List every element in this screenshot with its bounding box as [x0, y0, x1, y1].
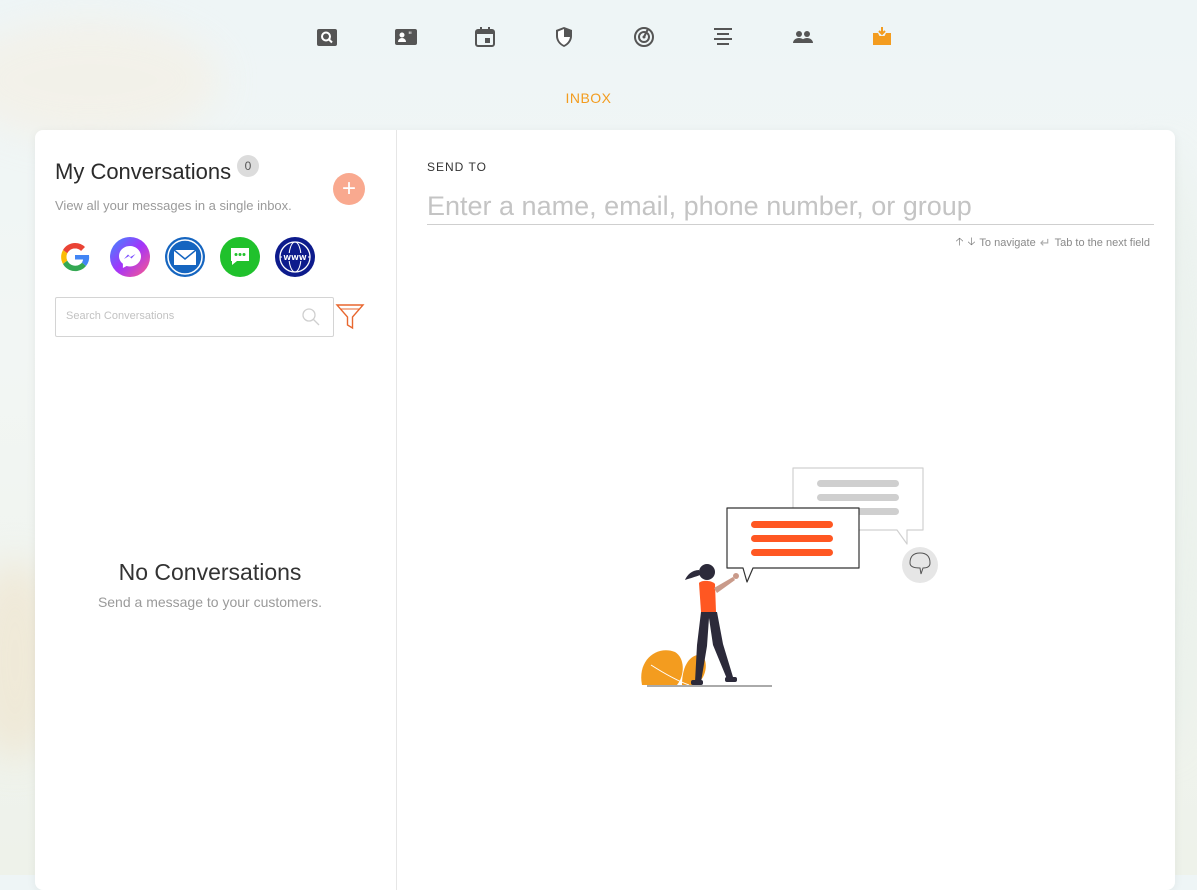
search-icon: [317, 29, 337, 46]
arrow-down-icon: 🡣: [967, 236, 976, 248]
keyboard-hint: 🡡 🡣 To navigate ↵ Tab to the next field: [956, 233, 1150, 252]
hint-navigate-text: To navigate: [979, 236, 1036, 249]
contact-card-icon: ": [395, 29, 417, 45]
enter-key-icon: ↵: [1039, 234, 1051, 250]
channel-filter-list: WWW: [55, 237, 315, 277]
channel-web-button[interactable]: WWW: [275, 237, 315, 277]
google-icon: [55, 237, 95, 277]
inbox-icon: [873, 27, 891, 45]
active-section-label: INBOX: [565, 90, 612, 106]
recipient-input[interactable]: [427, 188, 1154, 225]
nav-people-button[interactable]: [790, 24, 816, 50]
nav-contacts-button[interactable]: ": [393, 24, 419, 50]
send-to-label: SEND TO: [427, 160, 487, 174]
arrow-up-icon: 🡡: [955, 236, 964, 248]
compose-area: SEND TO 🡡 🡣 To navigate ↵ Tab to the nex…: [397, 130, 1175, 890]
align-center-icon: [714, 28, 732, 45]
sms-icon: [231, 248, 249, 265]
conversations-subtitle: View all your messages in a single inbox…: [55, 198, 292, 213]
search-conversations-input[interactable]: [56, 298, 306, 334]
channel-email-button[interactable]: [165, 237, 205, 277]
radar-icon: [634, 27, 654, 47]
conversations-title: My Conversations: [55, 159, 232, 184]
nav-search-button[interactable]: [314, 24, 340, 50]
channel-messenger-button[interactable]: [110, 237, 150, 277]
nav-inbox-button[interactable]: [869, 24, 895, 50]
nav-security-button[interactable]: [551, 24, 577, 50]
conversations-sidebar: My Conversations 0 View all your message…: [35, 130, 397, 890]
search-conversations-box: [55, 297, 334, 337]
inbox-panel: My Conversations 0 View all your message…: [35, 130, 1175, 890]
top-navigation: ": [0, 18, 1197, 58]
empty-state-title: No Conversations: [118, 559, 302, 585]
empty-state-subtitle: Send a message to your customers.: [97, 594, 323, 610]
nav-radar-button[interactable]: [631, 24, 657, 50]
filter-icon[interactable]: [335, 301, 365, 331]
svg-text:": ": [408, 31, 412, 41]
conversation-count-badge: 0: [237, 155, 259, 177]
people-icon: [793, 31, 813, 43]
new-conversation-button[interactable]: +: [333, 173, 365, 205]
shield-icon: [556, 27, 572, 47]
messenger-icon: [119, 246, 141, 268]
search-icon[interactable]: [301, 307, 321, 327]
empty-inbox-illustration: [641, 467, 938, 687]
nav-content-button[interactable]: [710, 24, 736, 50]
channel-google-button[interactable]: [55, 237, 95, 277]
svg-text:WWW: WWW: [283, 254, 306, 262]
hint-tab-text: Tab to the next field: [1054, 236, 1150, 249]
web-icon: WWW: [279, 241, 311, 273]
email-icon: [167, 239, 203, 275]
calendar-icon: [475, 27, 495, 47]
channel-sms-button[interactable]: [220, 237, 260, 277]
nav-calendar-button[interactable]: [472, 24, 498, 50]
